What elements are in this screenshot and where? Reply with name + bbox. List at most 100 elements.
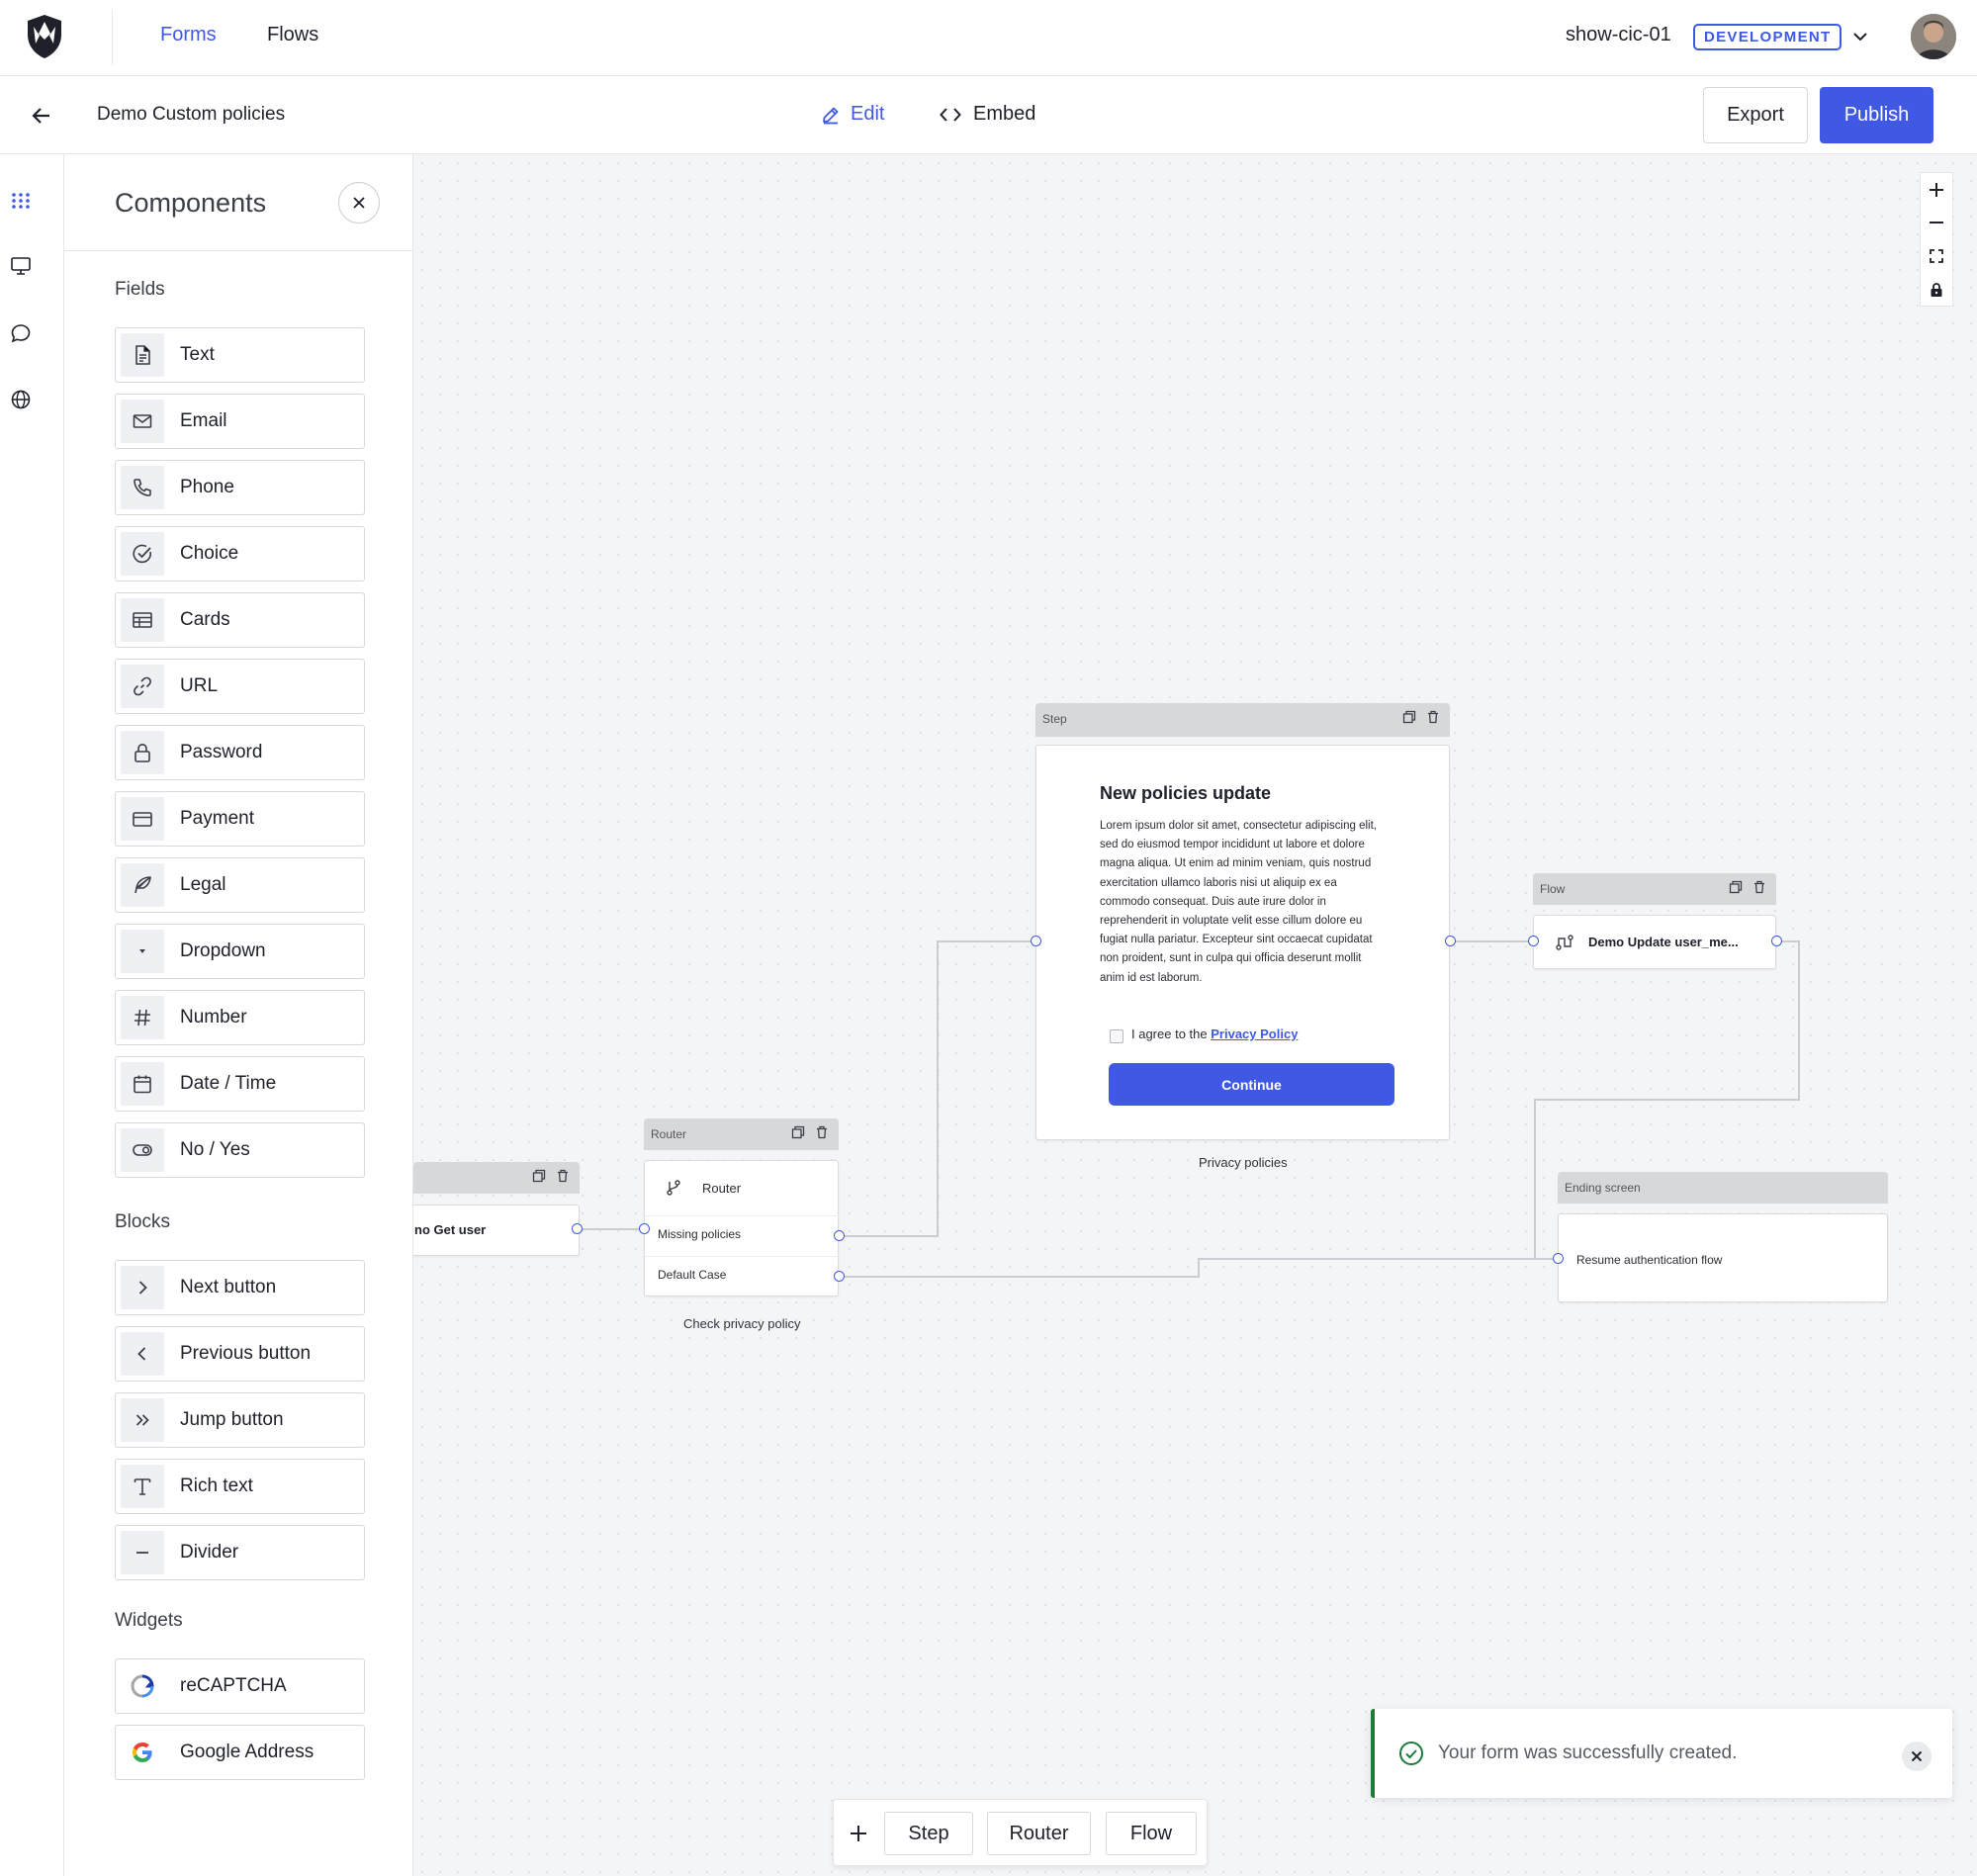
- continue-button[interactable]: Continue: [1109, 1063, 1394, 1106]
- panel-title: Components: [115, 188, 267, 218]
- add-step-button[interactable]: Step: [884, 1812, 973, 1855]
- edit-tab[interactable]: Edit: [821, 103, 884, 126]
- duplicate-icon[interactable]: [532, 1169, 546, 1183]
- component-cards[interactable]: Cards: [115, 592, 365, 648]
- toast-close-button[interactable]: [1902, 1742, 1932, 1771]
- lock-canvas-button[interactable]: [1920, 273, 1953, 307]
- output-port[interactable]: [1445, 936, 1456, 946]
- component-legal[interactable]: Legal: [115, 857, 365, 913]
- chevron-down-icon[interactable]: [1851, 28, 1869, 45]
- component-label: Legal: [180, 874, 226, 895]
- router-title: Router: [702, 1181, 742, 1196]
- auth0-logo-icon[interactable]: [25, 14, 64, 59]
- flow-node[interactable]: Demo Update user_me...: [1533, 915, 1776, 969]
- component-email[interactable]: Email: [115, 394, 365, 449]
- components-grid-icon[interactable]: [10, 190, 32, 212]
- trash-icon[interactable]: [815, 1125, 829, 1139]
- component-date-time[interactable]: Date / Time: [115, 1056, 365, 1112]
- router-row-missing-policies[interactable]: Missing policies: [658, 1227, 741, 1241]
- component-choice[interactable]: Choice: [115, 526, 365, 581]
- flow-node-header[interactable]: Flow: [1533, 873, 1776, 905]
- minus-icon: [121, 1531, 164, 1574]
- calendar-icon: [121, 1062, 164, 1106]
- component-password[interactable]: Password: [115, 725, 365, 780]
- success-check-icon: [1398, 1741, 1424, 1766]
- add-flow-button[interactable]: Flow: [1106, 1812, 1197, 1855]
- globe-icon[interactable]: [10, 389, 32, 410]
- trash-icon[interactable]: [1426, 710, 1440, 724]
- zoom-out-button[interactable]: [1920, 206, 1953, 239]
- privacy-checkbox[interactable]: [1110, 1029, 1123, 1043]
- router-node[interactable]: Router Missing policies Default Case: [644, 1160, 840, 1296]
- component-phone[interactable]: Phone: [115, 460, 365, 515]
- input-port[interactable]: [1031, 936, 1041, 946]
- plus-icon: [1928, 181, 1945, 199]
- component-rich-text[interactable]: Rich text: [115, 1459, 365, 1514]
- component-dropdown[interactable]: Dropdown: [115, 924, 365, 979]
- component-label: Email: [180, 410, 227, 431]
- zoom-in-button[interactable]: [1920, 172, 1953, 206]
- fit-view-button[interactable]: [1920, 239, 1953, 273]
- step-caption: Privacy policies: [1199, 1155, 1288, 1170]
- export-button[interactable]: Export: [1703, 87, 1808, 143]
- embed-tab[interactable]: Embed: [940, 103, 1035, 126]
- monitor-icon[interactable]: [10, 255, 32, 277]
- edit-tab-label: Edit: [851, 103, 885, 125]
- input-port[interactable]: [639, 1223, 650, 1234]
- phone-icon: [121, 466, 164, 509]
- node-label: no Get user: [414, 1222, 487, 1237]
- component-jump-button[interactable]: Jump button: [115, 1392, 365, 1448]
- hash-icon: [121, 996, 164, 1039]
- duplicate-icon[interactable]: [1729, 880, 1743, 894]
- chat-bubble-icon[interactable]: [10, 322, 32, 344]
- flow-canvas[interactable]: no Get user Router Router Missing polici…: [413, 154, 1977, 1876]
- header-divider: [112, 10, 113, 65]
- document-icon: [121, 333, 164, 377]
- node-type-label: Step: [1042, 712, 1067, 726]
- component-payment[interactable]: Payment: [115, 791, 365, 847]
- input-port[interactable]: [1528, 936, 1539, 946]
- minus-icon: [1928, 214, 1945, 231]
- component-previous-button[interactable]: Previous button: [115, 1326, 365, 1382]
- nav-tab-forms[interactable]: Forms: [160, 24, 217, 46]
- add-router-button[interactable]: Router: [987, 1812, 1091, 1855]
- partial-flow-node[interactable]: no Get user: [413, 1205, 580, 1256]
- publish-button[interactable]: Publish: [1820, 87, 1933, 143]
- step-node[interactable]: New policies update Lorem ipsum dolor si…: [1035, 745, 1450, 1140]
- user-avatar[interactable]: [1911, 14, 1956, 59]
- section-title-fields: Fields: [115, 279, 165, 300]
- output-port[interactable]: [834, 1271, 845, 1282]
- input-port[interactable]: [1553, 1253, 1564, 1264]
- trash-icon[interactable]: [556, 1169, 570, 1183]
- ending-screen-node[interactable]: Resume authentication flow: [1558, 1213, 1888, 1302]
- component-no-yes[interactable]: No / Yes: [115, 1122, 365, 1178]
- chevron-left-icon: [121, 1332, 164, 1376]
- tenant-name[interactable]: show-cic-01: [1566, 24, 1671, 46]
- component-divider[interactable]: Divider: [115, 1525, 365, 1580]
- output-port[interactable]: [1771, 936, 1782, 946]
- router-node-header[interactable]: Router: [644, 1118, 839, 1150]
- back-arrow-icon[interactable]: [30, 104, 53, 128]
- step-heading: New policies update: [1100, 783, 1272, 803]
- trash-icon[interactable]: [1752, 880, 1766, 894]
- partial-node-header[interactable]: [413, 1162, 580, 1194]
- duplicate-icon[interactable]: [1402, 710, 1416, 724]
- plus-icon[interactable]: [848, 1823, 869, 1844]
- component-number[interactable]: Number: [115, 990, 365, 1045]
- router-row-default-case[interactable]: Default Case: [658, 1268, 726, 1282]
- close-panel-button[interactable]: [338, 182, 380, 223]
- privacy-policy-link[interactable]: Privacy Policy: [1211, 1027, 1298, 1041]
- component-recaptcha[interactable]: reCAPTCHA: [115, 1658, 365, 1714]
- envelope-icon: [121, 400, 164, 443]
- component-google-address[interactable]: Google Address: [115, 1725, 365, 1780]
- duplicate-icon[interactable]: [791, 1125, 805, 1139]
- component-text[interactable]: Text: [115, 327, 365, 383]
- component-url[interactable]: URL: [115, 659, 365, 714]
- component-next-button[interactable]: Next button: [115, 1260, 365, 1315]
- output-port[interactable]: [834, 1230, 845, 1241]
- node-type-label: Ending screen: [1565, 1181, 1641, 1195]
- output-port[interactable]: [572, 1223, 583, 1234]
- nav-tab-flows[interactable]: Flows: [267, 24, 318, 46]
- step-node-header[interactable]: Step: [1035, 703, 1450, 737]
- ending-node-header[interactable]: Ending screen: [1558, 1172, 1888, 1204]
